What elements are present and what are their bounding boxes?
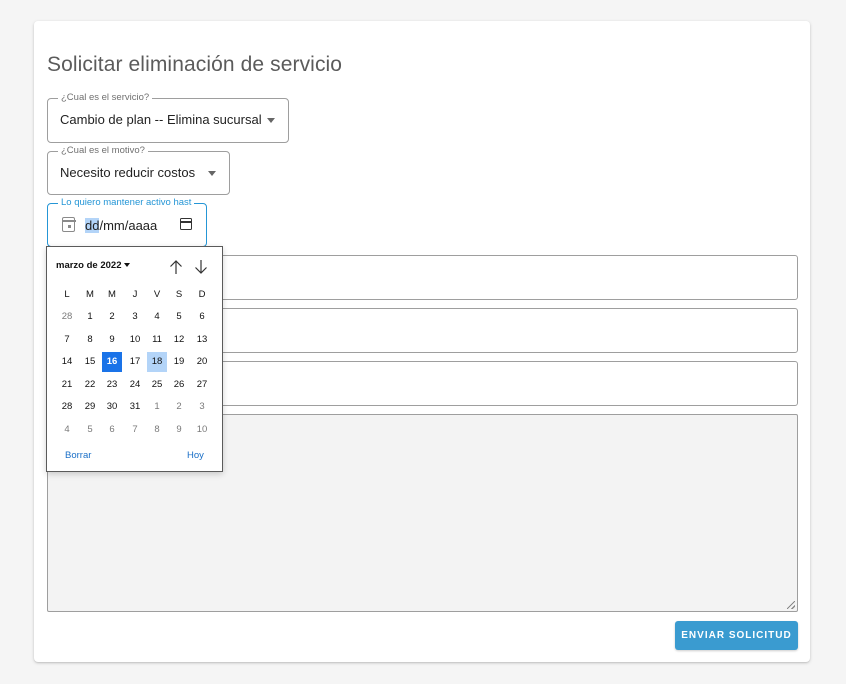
calendar-day[interactable]: 14 xyxy=(57,352,77,372)
date-picker-popup: marzo de 2022 L M M J V S D 28 1 2 3 4 5 6 7 8 9 10 11 12 13… xyxy=(46,246,223,472)
calendar-day[interactable]: 5 xyxy=(169,307,189,327)
calendar-day[interactable]: 20 xyxy=(192,352,212,372)
calendar-day[interactable]: 9 xyxy=(169,420,189,440)
calendar-icon xyxy=(61,217,76,232)
calendar-day[interactable]: 4 xyxy=(57,420,77,440)
calendar-day[interactable]: 9 xyxy=(102,330,122,350)
calendar-day[interactable]: 28 xyxy=(57,397,77,417)
calendar-day[interactable]: 2 xyxy=(169,397,189,417)
calendar-day[interactable]: 8 xyxy=(80,330,100,350)
calendar-day[interactable]: 24 xyxy=(125,375,145,395)
calendar-day[interactable]: 4 xyxy=(147,307,167,327)
service-select-value: Cambio de plan -- Elimina sucursal xyxy=(60,112,262,127)
calendar-day[interactable]: 22 xyxy=(80,375,100,395)
month-selector[interactable]: marzo de 2022 xyxy=(56,260,131,271)
calendar-day[interactable]: 13 xyxy=(192,330,212,350)
calendar-day[interactable]: 19 xyxy=(169,352,189,372)
calendar-day[interactable]: 26 xyxy=(169,375,189,395)
calendar-day[interactable]: 5 xyxy=(80,420,100,440)
calendar-day[interactable]: 27 xyxy=(192,375,212,395)
calendar-day[interactable]: 11 xyxy=(147,330,167,350)
chevron-down-icon xyxy=(267,118,275,123)
calendar-day[interactable]: 1 xyxy=(80,307,100,327)
calendar-day[interactable]: 6 xyxy=(192,307,212,327)
submit-button[interactable]: ENVIAR SOLICITUD xyxy=(675,621,798,650)
weekday-header: J xyxy=(132,289,138,300)
weekday-header: M xyxy=(86,289,94,300)
calendar-day[interactable]: 18 xyxy=(147,352,167,372)
weekday-header: M xyxy=(108,289,116,300)
calendar-picker-button-icon[interactable] xyxy=(180,218,192,230)
calendar-day[interactable]: 29 xyxy=(80,397,100,417)
calendar-day[interactable]: 28 xyxy=(57,307,77,327)
calendar-day[interactable]: 2 xyxy=(102,307,122,327)
calendar-day[interactable]: 3 xyxy=(192,397,212,417)
weekday-header: L xyxy=(64,289,70,300)
calendar-day[interactable]: 16 xyxy=(102,352,122,372)
clear-date-button[interactable]: Borrar xyxy=(65,450,91,461)
calendar-day[interactable]: 15 xyxy=(80,352,100,372)
reason-select[interactable]: ¿Cual es el motivo? Necesito reducir cos… xyxy=(47,145,230,195)
resize-handle-icon[interactable] xyxy=(787,601,795,609)
caret-down-icon xyxy=(124,263,131,268)
calendar-day[interactable]: 31 xyxy=(125,397,145,417)
date-input-value[interactable]: dd/mm/aaaa xyxy=(85,204,157,248)
weekday-header: V xyxy=(153,289,161,300)
weekday-header: D xyxy=(198,289,206,300)
calendar-day[interactable]: 30 xyxy=(102,397,122,417)
date-rest-segment[interactable]: /mm/aaaa xyxy=(99,218,157,233)
calendar-day[interactable]: 17 xyxy=(125,352,145,372)
calendar-day[interactable]: 1 xyxy=(147,397,167,417)
reason-select-value: Necesito reducir costos xyxy=(60,165,196,180)
calendar-day[interactable]: 7 xyxy=(57,330,77,350)
calendar-day[interactable]: 8 xyxy=(147,420,167,440)
date-day-segment[interactable]: dd xyxy=(85,218,100,233)
chevron-down-icon xyxy=(208,171,216,176)
calendar-day[interactable]: 7 xyxy=(125,420,145,440)
calendar-day[interactable]: 3 xyxy=(125,307,145,327)
arrow-up-icon[interactable] xyxy=(169,259,183,275)
page-title: Solicitar eliminación de servicio xyxy=(47,53,343,76)
calendar-day[interactable]: 10 xyxy=(125,330,145,350)
today-button[interactable]: Hoy xyxy=(187,450,204,461)
keep-active-date-input[interactable]: Lo quiero mantener activo hast dd/mm/aaa… xyxy=(47,197,207,248)
calendar-day[interactable]: 23 xyxy=(102,375,122,395)
calendar-day[interactable]: 6 xyxy=(102,420,122,440)
service-select[interactable]: ¿Cual es el servicio? Cambio de plan -- … xyxy=(47,92,289,143)
calendar-day[interactable]: 21 xyxy=(57,375,77,395)
calendar-day[interactable]: 12 xyxy=(169,330,189,350)
calendar-day[interactable]: 25 xyxy=(147,375,167,395)
month-label: marzo de 2022 xyxy=(56,260,122,271)
weekday-header: S xyxy=(175,289,183,300)
calendar-day[interactable]: 10 xyxy=(192,420,212,440)
arrow-down-icon[interactable] xyxy=(194,259,208,275)
